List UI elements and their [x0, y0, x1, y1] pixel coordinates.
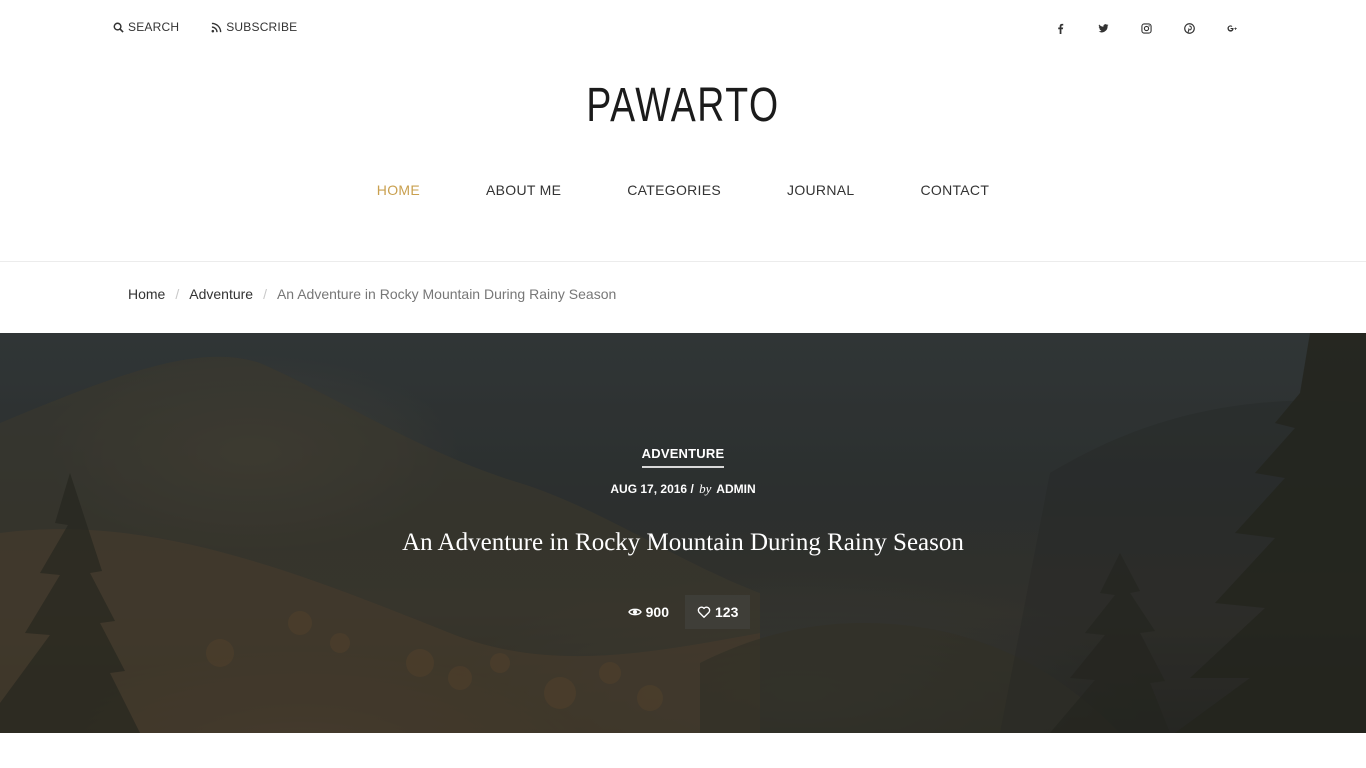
social-links	[1039, 20, 1254, 36]
likes-value: 123	[715, 604, 739, 620]
post-stats: 900 123	[0, 595, 1366, 629]
subscribe-label: SUBSCRIBE	[226, 20, 298, 34]
pinterest-icon	[1184, 22, 1195, 34]
post-hero: ADVENTURE AUG 17, 2016 / by ADMIN An Adv…	[0, 333, 1366, 733]
search-link[interactable]: SEARCH	[113, 20, 179, 34]
facebook-link[interactable]	[1039, 20, 1082, 36]
post-title: An Adventure in Rocky Mountain During Ra…	[402, 529, 964, 556]
google-plus-icon	[1227, 24, 1237, 32]
main-nav: HOME ABOUT ME CATEGORIES JOURNAL CONTACT	[0, 182, 1366, 198]
top-bar-left: SEARCH SUBSCRIBE	[113, 20, 297, 34]
post-author[interactable]: ADMIN	[716, 482, 755, 496]
google-plus-link[interactable]	[1211, 20, 1254, 36]
breadcrumb-separator: /	[263, 286, 267, 302]
pinterest-link[interactable]	[1168, 20, 1211, 36]
instagram-link[interactable]	[1125, 20, 1168, 36]
breadcrumb-home[interactable]: Home	[128, 286, 165, 302]
breadcrumb-category[interactable]: Adventure	[189, 286, 253, 302]
top-bar: SEARCH SUBSCRIBE	[0, 0, 1366, 56]
post-by: by	[699, 481, 712, 496]
instagram-icon	[1141, 22, 1152, 34]
facebook-icon	[1058, 23, 1064, 34]
views-count: 900	[616, 595, 681, 629]
rss-icon	[211, 22, 222, 32]
search-label: SEARCH	[128, 20, 180, 34]
meta-separator: /	[690, 482, 698, 496]
breadcrumb: Home / Adventure / An Adventure in Rocky…	[128, 286, 616, 302]
subscribe-link[interactable]: SUBSCRIBE	[211, 20, 297, 34]
nav-item-home[interactable]: HOME	[344, 182, 453, 198]
nav-item-journal[interactable]: JOURNAL	[754, 182, 887, 198]
like-button[interactable]: 123	[685, 595, 751, 629]
breadcrumb-separator: /	[175, 286, 180, 302]
post-date: AUG 17, 2016	[610, 482, 688, 496]
search-icon	[113, 22, 124, 33]
breadcrumb-current: An Adventure in Rocky Mountain During Ra…	[276, 286, 617, 302]
post-meta: AUG 17, 2016 / by ADMIN	[0, 481, 1366, 497]
eye-icon	[627, 608, 642, 616]
twitter-icon	[1098, 23, 1109, 32]
twitter-link[interactable]	[1082, 20, 1125, 36]
post-category: ADVENTURE	[0, 445, 1366, 468]
nav-item-contact[interactable]: CONTACT	[887, 182, 1022, 198]
header-divider	[0, 261, 1366, 262]
post-category-link[interactable]: ADVENTURE	[641, 446, 725, 468]
site-logo[interactable]: PAWARTO	[150, 78, 1215, 134]
views-value: 900	[645, 604, 669, 620]
heart-icon	[697, 606, 711, 618]
nav-item-about-me[interactable]: ABOUT ME	[453, 182, 594, 198]
nav-item-categories[interactable]: CATEGORIES	[594, 182, 754, 198]
